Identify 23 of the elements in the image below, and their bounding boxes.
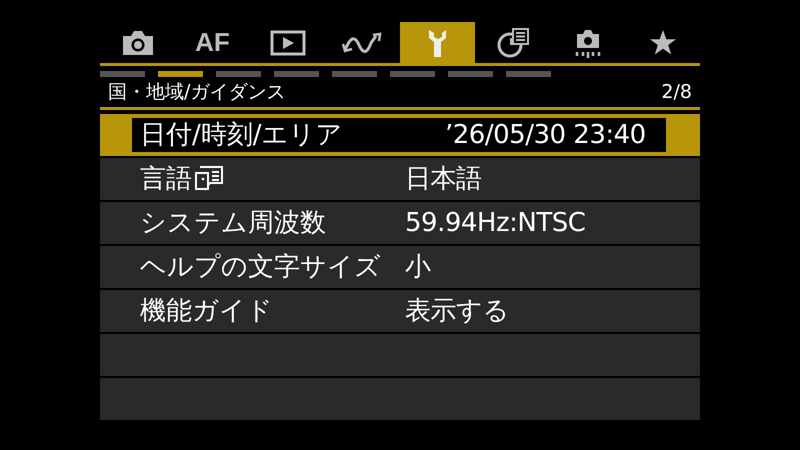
page-number: 2/8 bbox=[661, 80, 692, 105]
menu-row[interactable]: ヘルプの文字サイズ 小 bbox=[100, 246, 700, 288]
setting-value: 表示する bbox=[405, 294, 509, 328]
setting-value: ’26/05/30 23:40 bbox=[445, 118, 646, 152]
chart-list-icon bbox=[496, 26, 530, 58]
setting-label: 日付/時刻/エリア bbox=[140, 118, 343, 152]
setting-value: 59.94Hz:NTSC bbox=[405, 206, 586, 240]
menu-row[interactable]: 言語 日本語 bbox=[100, 158, 700, 200]
menu-tab[interactable]: AF bbox=[175, 22, 250, 63]
setting-value: 小 bbox=[405, 250, 430, 284]
menu-row[interactable]: システム周波数 59.94Hz:NTSC bbox=[100, 202, 700, 244]
setting-label: ヘルプの文字サイズ bbox=[140, 250, 381, 284]
star-icon bbox=[648, 29, 676, 56]
setting-label: システム周波数 bbox=[140, 206, 326, 240]
menu-row[interactable]: 日付/時刻/エリア ’26/05/30 23:40 bbox=[100, 114, 700, 156]
setting-label: 言語 bbox=[140, 162, 192, 196]
setting-value: 日本語 bbox=[405, 162, 482, 196]
setting-label: 機能ガイド bbox=[140, 294, 273, 328]
playback-icon bbox=[270, 30, 306, 56]
section-title: 国・地域/ガイダンス bbox=[108, 80, 286, 105]
wave-icon bbox=[342, 32, 384, 54]
menu-row[interactable]: 機能ガイド 表示する bbox=[100, 290, 700, 332]
speech-bubble-icon bbox=[194, 165, 224, 193]
